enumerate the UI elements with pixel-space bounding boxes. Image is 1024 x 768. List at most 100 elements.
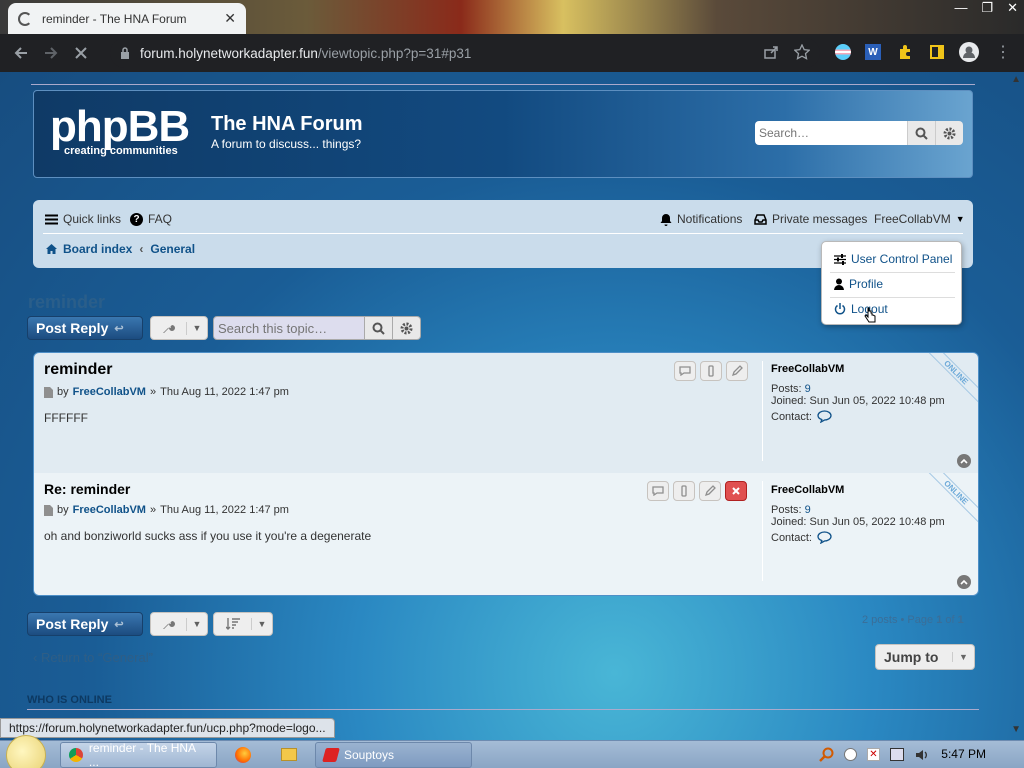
home-icon [45,243,58,255]
menu-item-profile[interactable]: Profile [834,277,883,291]
caret-down-icon: ▼ [192,323,202,333]
bell-icon [660,213,672,226]
caret-down-icon: ▼ [952,652,974,662]
wrench-icon [151,321,187,335]
post-profile-divider [762,481,763,581]
scroll-down-arrow[interactable]: ▼ [1011,724,1021,735]
minimize-icon[interactable]: — [954,0,967,16]
inbox-icon [754,213,767,225]
post-author[interactable]: FreeCollabVM [73,386,146,398]
tab-strip: reminder - The HNA Forum ✕ — ❐ ✕ [0,0,1024,34]
back-icon[interactable] [6,45,36,61]
tab-title: reminder - The HNA Forum [42,11,187,26]
topic-tools-button[interactable]: ▼ [150,316,208,340]
up-arrow-icon[interactable] [957,454,971,468]
tray-volume-icon[interactable] [914,747,930,763]
folder-icon[interactable] [281,748,297,761]
breadcrumb-board-index[interactable]: Board index [63,242,132,256]
tray-smiley-icon[interactable] [844,748,857,761]
search-icon[interactable] [365,316,393,340]
post-file-icon[interactable] [44,504,53,516]
forum-page: phpBB creating communities The HNA Forum… [0,72,1024,740]
post-reply-button[interactable]: Post Reply ↩ [27,316,143,340]
speech-icon[interactable] [817,531,832,544]
taskbar-clock[interactable]: 5:47 PM [941,747,986,761]
menu-item-logout[interactable]: Logout [834,302,888,316]
jump-to-button[interactable]: Jump to ▼ [875,644,975,670]
quick-links-link[interactable]: Quick links [45,212,121,226]
edit-icon[interactable] [726,361,748,381]
bookmark-star-icon[interactable] [791,41,813,63]
pagination-info: 2 posts • Page 1 of 1 [862,614,964,626]
firefox-icon[interactable] [235,747,251,763]
posts-count[interactable]: 9 [805,383,811,395]
post-reply-button[interactable]: Post Reply ↩ [27,612,143,636]
breadcrumb-general[interactable]: General [150,242,195,256]
start-button[interactable] [6,735,46,768]
post-subject[interactable]: Re: reminder [44,481,130,497]
tray-search-icon[interactable] [819,747,835,763]
site-description: A forum to discuss... things? [211,137,362,151]
notifications-link[interactable]: Notifications [660,212,742,226]
tray-flag-icon[interactable]: ✕ [867,748,880,761]
user-icon [834,278,844,290]
extensions-puzzle-icon[interactable] [894,41,916,63]
post-date: Thu Aug 11, 2022 1:47 pm [160,386,289,398]
up-arrow-icon[interactable] [957,575,971,589]
maximize-icon[interactable]: ❐ [981,0,993,16]
share-icon[interactable] [760,41,782,63]
profile-username[interactable]: FreeCollabVM [771,363,945,375]
extension-flag-icon[interactable] [832,41,854,63]
quote-icon[interactable] [647,481,669,501]
header-search-input[interactable] [755,121,907,145]
profile-avatar-icon[interactable] [958,41,980,63]
quote-icon[interactable] [674,361,696,381]
topic-search [213,316,421,340]
faq-link[interactable]: ? FAQ [130,212,172,226]
close-window-icon[interactable]: ✕ [1007,0,1018,16]
forward-icon[interactable] [36,45,66,61]
delete-icon[interactable] [725,481,747,501]
private-messages-link[interactable]: Private messages [754,212,867,226]
extension-w-icon[interactable]: W [862,41,884,63]
return-to-forum-link[interactable]: ‹ Return to “General” [33,650,153,665]
topic-search-input[interactable] [213,316,365,340]
warn-icon[interactable] [700,361,722,381]
sidepanel-icon[interactable] [926,41,948,63]
chevron-left-icon: ‹ [139,242,144,256]
warn-icon[interactable] [673,481,695,501]
tab-close-icon[interactable]: ✕ [224,10,236,27]
scroll-up-arrow[interactable]: ▲ [1011,74,1021,85]
edit-icon[interactable] [699,481,721,501]
post-author[interactable]: FreeCollabVM [73,504,146,516]
notifications-label: Notifications [677,212,743,226]
menu-item-user-control-panel[interactable]: User Control Panel [834,252,952,266]
url-path: /viewtopic.php?p=31#p31 [317,45,472,61]
user-menu-toggle[interactable]: FreeCollabVM ▼ [874,212,965,226]
browser-menu-icon[interactable]: ⋮ [992,41,1014,63]
tray-network-icon[interactable] [890,748,904,761]
question-icon: ? [130,212,143,226]
taskbar-item-chrome[interactable]: reminder - The HNA ... [60,741,217,768]
header-search [755,121,963,145]
search-icon[interactable] [907,121,935,145]
sort-options-button[interactable]: ▼ [213,612,273,636]
post-file-icon[interactable] [44,386,53,398]
speech-icon[interactable] [817,410,832,423]
navbar-divider [43,233,963,234]
gear-icon[interactable] [935,121,963,145]
topic-title[interactable]: reminder [28,292,105,313]
url-host: forum.holynetworkadapter.fun [140,45,318,61]
posts-count[interactable]: 9 [805,504,811,516]
address-bar[interactable]: forum.holynetworkadapter.fun/viewtopic.p… [110,38,820,68]
phpbb-logo[interactable]: phpBB creating communities [50,105,190,158]
logo-subtitle: creating communities [64,145,178,157]
stop-icon[interactable] [66,46,96,60]
browser-tab[interactable]: reminder - The HNA Forum ✕ [8,3,246,34]
pagination-current: 1 [936,614,943,626]
profile-username[interactable]: FreeCollabVM [771,484,945,496]
taskbar-item-souptoys[interactable]: Souptoys [315,742,472,768]
gear-icon[interactable] [393,316,421,340]
post-subject[interactable]: reminder [44,361,112,379]
topic-tools-button[interactable]: ▼ [150,612,208,636]
